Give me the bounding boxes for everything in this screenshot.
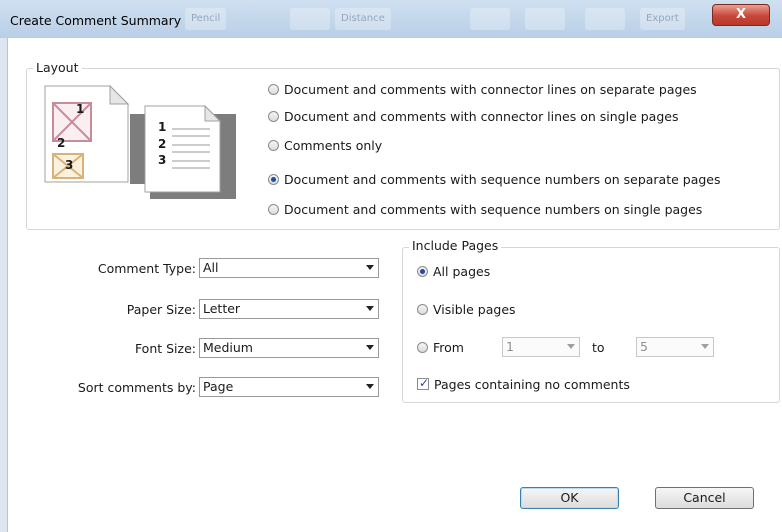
chevron-down-icon: [366, 384, 374, 389]
ghost-toolbar-icon: [470, 8, 510, 30]
paper-size-value: Letter: [203, 301, 241, 316]
ghost-toolbar-icon: [585, 8, 625, 30]
close-icon: X: [735, 7, 747, 22]
illustration-number: 3: [65, 158, 74, 172]
chevron-down-icon: [366, 306, 374, 311]
cancel-button[interactable]: Cancel: [655, 487, 754, 509]
all-pages-option[interactable]: All pages: [417, 262, 490, 280]
layout-option-label: Document and comments with connector lin…: [284, 81, 697, 97]
comment-type-select[interactable]: All: [199, 258, 379, 278]
radio-button[interactable]: [417, 303, 428, 315]
font-size-label: Font Size:: [134, 341, 196, 356]
checkmark-icon: ✓: [419, 376, 430, 390]
layout-option-label: Document and comments with sequence numb…: [284, 201, 703, 217]
comment-type-label: Comment Type:: [97, 261, 196, 276]
sort-comments-select[interactable]: Page: [199, 377, 379, 397]
sort-comments-value: Page: [203, 379, 234, 394]
sort-comments-label: Sort comments by:: [77, 380, 196, 395]
layout-illustration: 1 2 3 1 2 3: [40, 84, 240, 214]
chevron-down-icon: [701, 344, 709, 349]
illustration-number: 2: [57, 136, 66, 150]
layout-option-connector-single[interactable]: Document and comments with connector lin…: [268, 107, 678, 125]
layout-option-sequence-separate[interactable]: Document and comments with sequence numb…: [268, 170, 721, 188]
paper-size-select[interactable]: Letter: [199, 299, 379, 319]
chevron-down-icon: [567, 344, 575, 349]
close-button[interactable]: X: [712, 4, 770, 26]
ghost-toolbar-item: Distance: [335, 8, 391, 30]
from-page-select[interactable]: 1: [502, 337, 580, 357]
layout-preview-icon: [44, 84, 236, 199]
ghost-toolbar-icon: [290, 8, 330, 30]
ok-button[interactable]: OK: [520, 487, 619, 509]
comment-type-value: All: [203, 260, 219, 275]
ghost-toolbar-icon: [525, 8, 565, 30]
pages-no-comments-checkbox[interactable]: ✓: [417, 376, 430, 390]
from-pages-option[interactable]: From: [417, 338, 464, 356]
to-page-value: 5: [640, 339, 648, 354]
pages-no-comments-label: Pages containing no comments: [434, 376, 630, 392]
layout-option-connector-separate[interactable]: Document and comments with connector lin…: [268, 80, 697, 98]
window-title: Create Comment Summary: [10, 13, 182, 28]
all-pages-label: All pages: [433, 263, 491, 279]
font-size-value: Medium: [203, 340, 253, 355]
layout-option-label: Comments only: [284, 137, 383, 153]
to-label: to: [592, 340, 605, 355]
layout-option-label: Document and comments with sequence numb…: [284, 171, 721, 187]
visible-pages-label: Visible pages: [433, 301, 516, 317]
paper-size-label: Paper Size:: [126, 302, 196, 317]
to-page-select[interactable]: 5: [636, 337, 714, 357]
radio-button[interactable]: [417, 341, 428, 353]
illustration-number: 2: [158, 137, 167, 151]
layout-option-comments-only[interactable]: Comments only: [268, 136, 382, 154]
chevron-down-icon: [366, 345, 374, 350]
from-page-value: 1: [506, 339, 514, 354]
radio-button[interactable]: [268, 139, 279, 151]
window-frame-edge: [0, 38, 8, 532]
layout-option-sequence-single[interactable]: Document and comments with sequence numb…: [268, 200, 702, 218]
layout-legend: Layout: [33, 60, 82, 75]
radio-button-selected[interactable]: [417, 265, 428, 277]
font-size-select[interactable]: Medium: [199, 338, 379, 358]
ghost-toolbar-item: Pencil: [185, 8, 227, 30]
illustration-number: 1: [76, 102, 85, 116]
layout-option-label: Document and comments with connector lin…: [284, 108, 679, 124]
radio-button[interactable]: [268, 83, 279, 95]
pages-no-comments-option[interactable]: ✓ Pages containing no comments: [417, 375, 630, 393]
include-pages-legend: Include Pages: [409, 238, 502, 253]
radio-button[interactable]: [268, 203, 279, 215]
from-label: From: [433, 339, 464, 355]
ghost-toolbar-item: Export: [640, 8, 685, 30]
illustration-number: 1: [158, 120, 167, 134]
radio-button[interactable]: [268, 110, 279, 122]
visible-pages-option[interactable]: Visible pages: [417, 300, 516, 318]
radio-button-selected[interactable]: [268, 173, 279, 185]
chevron-down-icon: [366, 265, 374, 270]
illustration-number: 3: [158, 153, 167, 167]
